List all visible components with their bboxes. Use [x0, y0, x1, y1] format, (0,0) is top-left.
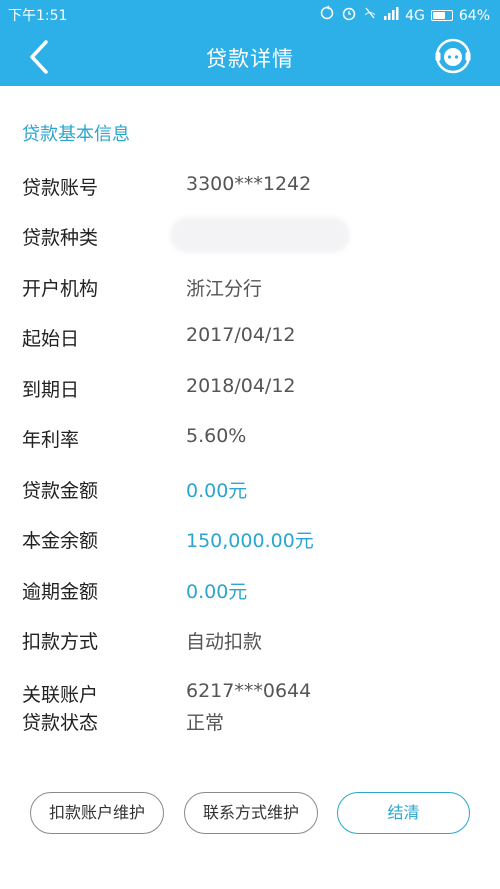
field-label: 逾期金额 [22, 581, 99, 603]
row-loan-status: 贷款状态 正常 [0, 708, 500, 738]
field-value: 2017/04/12 [186, 324, 296, 346]
row-overdue-amount: 逾期金额 0.00元 [0, 577, 500, 607]
field-label: 本金余额 [22, 530, 99, 552]
field-label: 贷款状态 [22, 712, 99, 734]
row-interest-rate: 年利率 5.60% [0, 425, 500, 455]
battery-icon [430, 10, 453, 21]
field-value: 0.00元 [186, 480, 248, 502]
nav-bar: 贷款详情 [0, 28, 500, 86]
row-loan-account: 贷款账号 3300***1242 [0, 173, 500, 203]
wifi-calling-icon [363, 5, 377, 26]
field-label: 到期日 [22, 379, 80, 401]
contact-info-button[interactable]: 联系方式维护 [184, 792, 318, 834]
alarm-icon [341, 5, 357, 26]
field-value: 0.00元 [186, 581, 248, 603]
app-header: 下午1:51 4G 64% 贷款详情 [0, 0, 500, 86]
row-end-date: 到期日 2018/04/12 [0, 375, 500, 405]
field-label: 年利率 [22, 429, 80, 451]
row-loan-type: 贷款种类 [0, 217, 500, 253]
field-label: 贷款种类 [22, 227, 99, 249]
redacted-value [170, 217, 350, 253]
field-value: 2018/04/12 [186, 375, 296, 397]
network-type: 4G [405, 7, 425, 24]
sync-icon [319, 5, 335, 26]
field-label: 关联账户 [22, 684, 99, 706]
row-branch: 开户机构 浙江分行 [0, 274, 500, 304]
field-value: 5.60% [186, 425, 247, 447]
settle-button[interactable]: 结清 [337, 792, 470, 834]
customer-service-icon [435, 38, 471, 74]
customer-service-button[interactable] [434, 37, 472, 75]
field-label: 贷款账号 [22, 177, 99, 199]
field-label: 开户机构 [22, 278, 99, 300]
status-icons: 4G 64% [319, 5, 490, 26]
field-value: 6217***0644 [186, 680, 312, 702]
field-value: 浙江分行 [186, 278, 263, 300]
deduct-account-button[interactable]: 扣款账户维护 [30, 792, 164, 834]
action-buttons: 扣款账户维护 联系方式维护 结清 [0, 792, 500, 838]
field-label: 扣款方式 [22, 631, 99, 653]
row-deduct-method: 扣款方式 自动扣款 [0, 627, 500, 657]
status-bar: 下午1:51 4G 64% [0, 0, 500, 28]
field-value: 3300***1242 [186, 173, 312, 195]
field-label: 起始日 [22, 328, 80, 350]
loan-detail-content: 贷款基本信息 贷款账号 3300***1242 贷款种类 开户机构 浙江分行 起… [0, 86, 500, 889]
status-time: 下午1:51 [8, 8, 68, 24]
row-start-date: 起始日 2017/04/12 [0, 324, 500, 354]
page-title: 贷款详情 [206, 47, 294, 71]
field-label: 贷款金额 [22, 480, 99, 502]
row-loan-amount: 贷款金额 0.00元 [0, 476, 500, 506]
field-value: 自动扣款 [186, 631, 263, 653]
row-principal-balance: 本金余额 150,000.00元 [0, 526, 500, 556]
field-value: 正常 [186, 712, 225, 734]
section-title: 贷款基本信息 [22, 124, 130, 145]
battery-percent: 64% [458, 7, 490, 24]
field-value: 150,000.00元 [186, 530, 314, 552]
row-linked-account: 关联账户 6217***0644 [0, 680, 500, 710]
signal-icon [383, 6, 399, 25]
